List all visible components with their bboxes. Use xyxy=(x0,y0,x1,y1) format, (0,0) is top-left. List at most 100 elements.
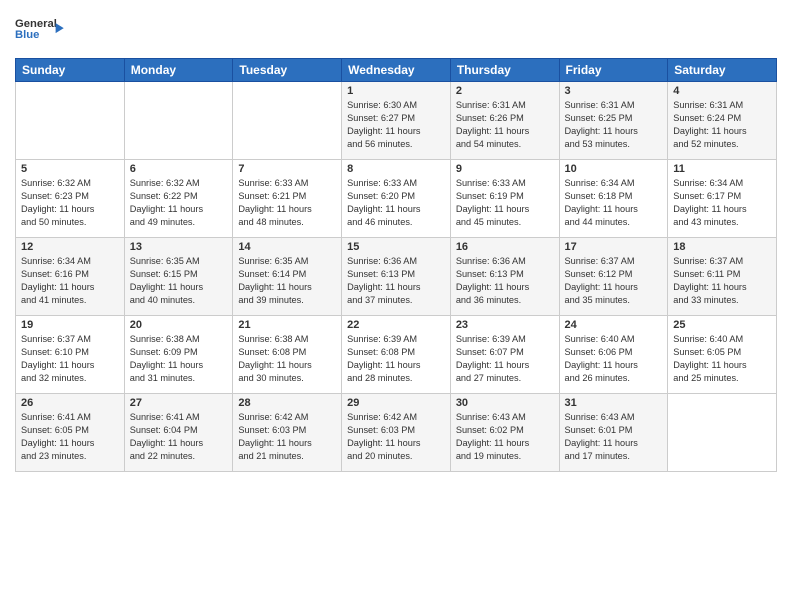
day-number: 6 xyxy=(130,163,228,175)
col-friday: Friday xyxy=(559,59,668,82)
table-row xyxy=(233,82,342,160)
table-row: 12 Sunrise: 6:34 AMSunset: 6:16 PMDayligh… xyxy=(16,238,125,316)
day-number: 12 xyxy=(21,241,119,253)
table-row: 15Sunrise: 6:36 AMSunset: 6:13 PMDayligh… xyxy=(342,238,451,316)
day-number: 26 xyxy=(21,397,119,409)
day-number: 3 xyxy=(565,85,663,97)
cell-info: Sunrise: 6:43 AMSunset: 6:02 PMDaylight:… xyxy=(456,411,554,463)
day-number: 17 xyxy=(565,241,663,253)
day-number: 19 xyxy=(21,319,119,331)
table-row: 25Sunrise: 6:40 AMSunset: 6:05 PMDayligh… xyxy=(668,316,777,394)
table-row: 22 Sunrise: 6:39 AMSunset: 6:08 PMDayligh… xyxy=(342,316,451,394)
table-row: 19 Sunrise: 6:37 AMSunset: 6:10 PMDayligh… xyxy=(16,316,125,394)
svg-text:Blue: Blue xyxy=(15,29,39,41)
calendar-header-row: Sunday Monday Tuesday Wednesday Thursday… xyxy=(16,59,777,82)
table-row: 6 Sunrise: 6:32 AMSunset: 6:22 PMDaylight… xyxy=(124,160,233,238)
table-row: 29 Sunrise: 6:42 AMSunset: 6:03 PMDayligh… xyxy=(342,394,451,472)
calendar-week-0: 1Sunrise: 6:30 AMSunset: 6:27 PMDaylight… xyxy=(16,82,777,160)
col-thursday: Thursday xyxy=(450,59,559,82)
cell-info: Sunrise: 6:33 AMSunset: 6:19 PMDaylight:… xyxy=(456,177,554,229)
cell-info: Sunrise: 6:31 AMSunset: 6:26 PMDaylight:… xyxy=(456,99,554,151)
table-row: 23 Sunrise: 6:39 AMSunset: 6:07 PMDayligh… xyxy=(450,316,559,394)
cell-info: Sunrise: 6:32 AMSunset: 6:22 PMDaylight:… xyxy=(130,177,228,229)
cell-info: Sunrise: 6:34 AMSunset: 6:18 PMDaylight:… xyxy=(565,177,663,229)
day-number: 2 xyxy=(456,85,554,97)
day-number: 31 xyxy=(565,397,663,409)
day-number: 11 xyxy=(673,163,771,175)
cell-info: Sunrise: 6:36 AMSunset: 6:13 PMDaylight:… xyxy=(347,255,445,307)
cell-info: Sunrise: 6:31 AMSunset: 6:24 PMDaylight:… xyxy=(673,99,771,151)
table-row: 24Sunrise: 6:40 AMSunset: 6:06 PMDayligh… xyxy=(559,316,668,394)
cell-info: Sunrise: 6:38 AMSunset: 6:08 PMDaylight:… xyxy=(238,333,336,385)
cell-info: Sunrise: 6:33 AMSunset: 6:20 PMDaylight:… xyxy=(347,177,445,229)
cell-info: Sunrise: 6:35 AMSunset: 6:14 PMDaylight:… xyxy=(238,255,336,307)
table-row: 21 Sunrise: 6:38 AMSunset: 6:08 PMDayligh… xyxy=(233,316,342,394)
calendar-week-2: 12 Sunrise: 6:34 AMSunset: 6:16 PMDayligh… xyxy=(16,238,777,316)
cell-info: Sunrise: 6:43 AMSunset: 6:01 PMDaylight:… xyxy=(565,411,663,463)
table-row: 26 Sunrise: 6:41 AMSunset: 6:05 PMDayligh… xyxy=(16,394,125,472)
day-number: 29 xyxy=(347,397,445,409)
table-row: 3 Sunrise: 6:31 AMSunset: 6:25 PMDaylight… xyxy=(559,82,668,160)
cell-info: Sunrise: 6:30 AMSunset: 6:27 PMDaylight:… xyxy=(347,99,445,151)
cell-info: Sunrise: 6:34 AMSunset: 6:16 PMDaylight:… xyxy=(21,255,119,307)
day-number: 10 xyxy=(565,163,663,175)
table-row: 14 Sunrise: 6:35 AMSunset: 6:14 PMDayligh… xyxy=(233,238,342,316)
cell-info: Sunrise: 6:39 AMSunset: 6:07 PMDaylight:… xyxy=(456,333,554,385)
table-row: 27 Sunrise: 6:41 AMSunset: 6:04 PMDayligh… xyxy=(124,394,233,472)
day-number: 20 xyxy=(130,319,228,331)
cell-info: Sunrise: 6:33 AMSunset: 6:21 PMDaylight:… xyxy=(238,177,336,229)
table-row: 1Sunrise: 6:30 AMSunset: 6:27 PMDaylight… xyxy=(342,82,451,160)
day-number: 21 xyxy=(238,319,336,331)
cell-info: Sunrise: 6:37 AMSunset: 6:10 PMDaylight:… xyxy=(21,333,119,385)
table-row: 30 Sunrise: 6:43 AMSunset: 6:02 PMDayligh… xyxy=(450,394,559,472)
page: GeneralBlue Sunday Monday Tuesday Wednes… xyxy=(0,0,792,612)
cell-info: Sunrise: 6:31 AMSunset: 6:25 PMDaylight:… xyxy=(565,99,663,151)
table-row: 7Sunrise: 6:33 AMSunset: 6:21 PMDaylight… xyxy=(233,160,342,238)
day-number: 9 xyxy=(456,163,554,175)
table-row: 5 Sunrise: 6:32 AMSunset: 6:23 PMDaylight… xyxy=(16,160,125,238)
cell-info: Sunrise: 6:32 AMSunset: 6:23 PMDaylight:… xyxy=(21,177,119,229)
day-number: 27 xyxy=(130,397,228,409)
day-number: 24 xyxy=(565,319,663,331)
cell-info: Sunrise: 6:42 AMSunset: 6:03 PMDaylight:… xyxy=(347,411,445,463)
day-number: 8 xyxy=(347,163,445,175)
day-number: 22 xyxy=(347,319,445,331)
day-number: 23 xyxy=(456,319,554,331)
cell-info: Sunrise: 6:36 AMSunset: 6:13 PMDaylight:… xyxy=(456,255,554,307)
svg-text:General: General xyxy=(15,18,57,30)
day-number: 4 xyxy=(673,85,771,97)
table-row: 16 Sunrise: 6:36 AMSunset: 6:13 PMDayligh… xyxy=(450,238,559,316)
day-number: 14 xyxy=(238,241,336,253)
day-number: 13 xyxy=(130,241,228,253)
table-row: 18Sunrise: 6:37 AMSunset: 6:11 PMDayligh… xyxy=(668,238,777,316)
cell-info: Sunrise: 6:34 AMSunset: 6:17 PMDaylight:… xyxy=(673,177,771,229)
day-number: 30 xyxy=(456,397,554,409)
day-number: 5 xyxy=(21,163,119,175)
table-row: 9 Sunrise: 6:33 AMSunset: 6:19 PMDaylight… xyxy=(450,160,559,238)
logo-svg: GeneralBlue xyxy=(15,10,65,50)
table-row: 4 Sunrise: 6:31 AMSunset: 6:24 PMDaylight… xyxy=(668,82,777,160)
day-number: 18 xyxy=(673,241,771,253)
table-row: 8 Sunrise: 6:33 AMSunset: 6:20 PMDaylight… xyxy=(342,160,451,238)
calendar-week-4: 26 Sunrise: 6:41 AMSunset: 6:05 PMDayligh… xyxy=(16,394,777,472)
table-row: 2 Sunrise: 6:31 AMSunset: 6:26 PMDaylight… xyxy=(450,82,559,160)
cell-info: Sunrise: 6:41 AMSunset: 6:04 PMDaylight:… xyxy=(130,411,228,463)
cell-info: Sunrise: 6:42 AMSunset: 6:03 PMDaylight:… xyxy=(238,411,336,463)
cell-info: Sunrise: 6:41 AMSunset: 6:05 PMDaylight:… xyxy=(21,411,119,463)
table-row: 11 Sunrise: 6:34 AMSunset: 6:17 PMDayligh… xyxy=(668,160,777,238)
cell-info: Sunrise: 6:35 AMSunset: 6:15 PMDaylight:… xyxy=(130,255,228,307)
table-row xyxy=(668,394,777,472)
table-row: 28 Sunrise: 6:42 AMSunset: 6:03 PMDayligh… xyxy=(233,394,342,472)
day-number: 28 xyxy=(238,397,336,409)
table-row xyxy=(16,82,125,160)
col-sunday: Sunday xyxy=(16,59,125,82)
col-monday: Monday xyxy=(124,59,233,82)
col-wednesday: Wednesday xyxy=(342,59,451,82)
calendar-week-1: 5 Sunrise: 6:32 AMSunset: 6:23 PMDaylight… xyxy=(16,160,777,238)
cell-info: Sunrise: 6:37 AMSunset: 6:12 PMDaylight:… xyxy=(565,255,663,307)
cell-info: Sunrise: 6:39 AMSunset: 6:08 PMDaylight:… xyxy=(347,333,445,385)
day-number: 16 xyxy=(456,241,554,253)
col-saturday: Saturday xyxy=(668,59,777,82)
day-number: 25 xyxy=(673,319,771,331)
header: GeneralBlue xyxy=(15,10,777,50)
